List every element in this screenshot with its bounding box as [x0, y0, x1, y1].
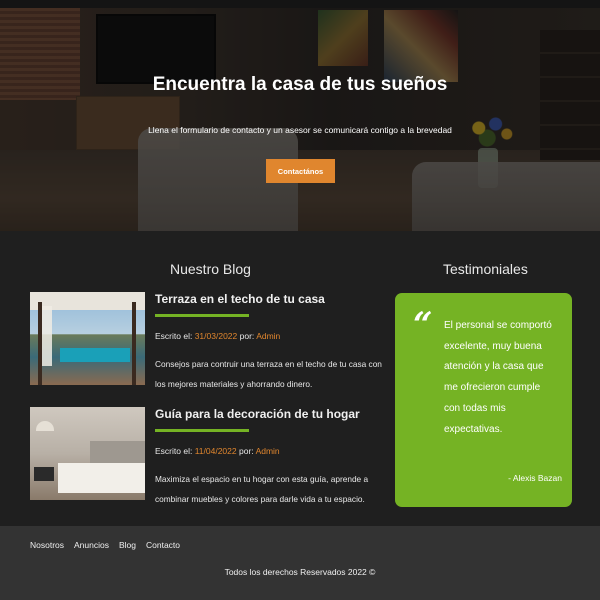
blog-heading: Nuestro Blog — [170, 261, 251, 277]
written-label: Escrito el: — [155, 331, 193, 341]
footer-link-contacto[interactable]: Contacto — [146, 540, 180, 550]
blog-post-description: Consejos para contruir una terraza en el… — [155, 359, 382, 389]
post-date: 11/04/2022 — [194, 446, 237, 456]
testimonial-card: “ El personal se comportó excelente, muy… — [395, 293, 572, 507]
title-underline — [155, 429, 249, 432]
footer-nav: Nosotros Anuncios Blog Contacto — [30, 540, 180, 550]
testimonial-text: El personal se comportó excelente, muy b… — [444, 320, 552, 435]
hero-title: Encuentra la casa de tus sueños — [152, 74, 448, 95]
title-underline — [155, 314, 249, 317]
blog-post-description: Maximiza el espacio en tu hogar con esta… — [155, 474, 369, 504]
testimonial-author: - Alexis Bazan — [508, 473, 562, 483]
quote-icon: “ — [413, 305, 433, 345]
post-date: 31/03/2022 — [194, 331, 238, 341]
by-label: por: — [239, 331, 255, 341]
footer: Nosotros Anuncios Blog Contacto Todos lo… — [0, 526, 600, 600]
blog-post-image[interactable] — [30, 292, 145, 385]
contact-button[interactable]: Contactános — [266, 159, 335, 183]
copyright-text: Todos los derechos Reservados 2022 © — [224, 567, 376, 577]
post-author: Admin — [255, 446, 280, 456]
footer-link-nosotros[interactable]: Nosotros — [30, 540, 64, 550]
post-author: Admin — [256, 331, 281, 341]
by-label: por: — [239, 446, 254, 456]
blog-post-meta: Escrito el: 31/03/2022 por: Admin — [155, 331, 280, 341]
main-content: Nuestro Blog Testimoniales Terraza en el… — [0, 231, 600, 526]
blog-post-image[interactable] — [30, 407, 145, 500]
hero-background-image — [0, 0, 600, 231]
hero-subtitle: Llena el formulario de contacto y un ase… — [148, 125, 452, 135]
testimonials-heading: Testimoniales — [443, 261, 528, 277]
blog-post-meta: Escrito el: 11/04/2022 por: Admin — [155, 446, 280, 456]
blog-post: Terraza en el techo de tu casa Escrito e… — [30, 292, 382, 389]
footer-link-anuncios[interactable]: Anuncios — [74, 540, 109, 550]
blog-post-title[interactable]: Guía para la decoración de tu hogar — [155, 407, 360, 421]
blog-post: Guía para la decoración de tu hogar Escr… — [30, 407, 380, 504]
blog-post-title[interactable]: Terraza en el techo de tu casa — [155, 292, 325, 306]
written-label: Escrito el: — [155, 446, 193, 456]
hero-section: Encuentra la casa de tus sueños Llena el… — [0, 0, 600, 231]
top-bar — [0, 0, 600, 8]
footer-link-blog[interactable]: Blog — [119, 540, 136, 550]
